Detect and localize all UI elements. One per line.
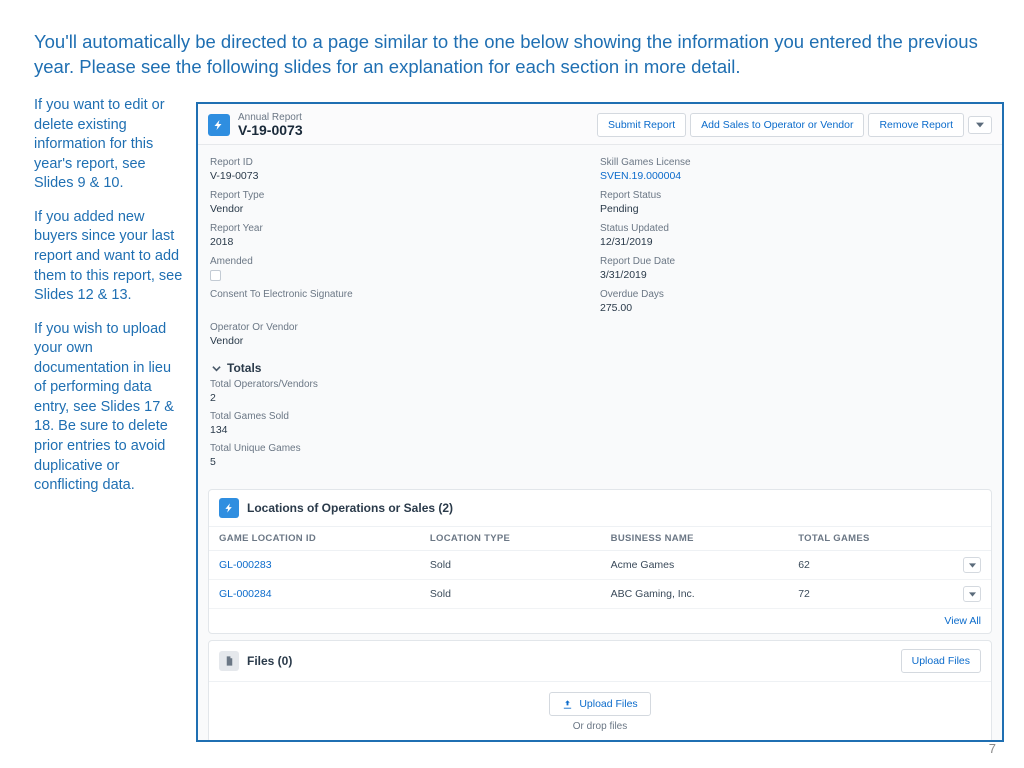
slide-sidebar: If you want to edit or delete existing i… (34, 96, 184, 510)
report-type-label: Report Type (210, 190, 600, 201)
upload-files-label: Upload Files (579, 698, 637, 710)
details-right-column: Skill Games License SVEN.19.000004 Repor… (600, 157, 990, 355)
col-total-games: TOTAL GAMES (788, 527, 953, 551)
drop-files-text: Or drop files (219, 721, 981, 732)
consent-label: Consent To Electronic Signature (210, 289, 600, 300)
due-label: Report Due Date (600, 256, 990, 267)
file-icon (219, 651, 239, 671)
total-unique-games-label: Total Unique Games (210, 443, 990, 454)
overdue-value: 275.00 (600, 302, 990, 314)
files-card: Files (0) Upload Files Upload Files Or d… (208, 640, 992, 742)
header-title-block: Annual Report V-19-0073 (238, 112, 303, 138)
operator-vendor-label: Operator Or Vendor (210, 322, 600, 333)
col-business-name: BUSINESS NAME (601, 527, 789, 551)
due-value: 3/31/2019 (600, 269, 990, 281)
view-all-link[interactable]: View All (944, 615, 981, 627)
upload-files-button-header[interactable]: Upload Files (901, 649, 981, 673)
sidebar-para-2: If you added new buyers since your last … (34, 208, 184, 306)
locations-card: Locations of Operations or Sales (2) GAM… (208, 489, 992, 634)
report-year-value: 2018 (210, 236, 600, 248)
bolt-icon (219, 498, 239, 518)
location-id-link[interactable]: GL-000283 (219, 559, 272, 571)
status-label: Report Status (600, 190, 990, 201)
status-value: Pending (600, 203, 990, 215)
amended-label: Amended (210, 256, 600, 267)
files-title: Files (0) (247, 654, 292, 668)
record-details: Report ID V-19-0073 Report Type Vendor R… (198, 145, 1002, 355)
details-left-column: Report ID V-19-0073 Report Type Vendor R… (210, 157, 600, 355)
total-games-cell: 72 (788, 580, 953, 609)
report-type-value: Vendor (210, 203, 600, 215)
license-label: Skill Games License (600, 157, 990, 168)
overdue-label: Overdue Days (600, 289, 990, 300)
table-row[interactable]: GL-000283 Sold Acme Games 62 (209, 551, 991, 580)
submit-report-button[interactable]: Submit Report (597, 113, 686, 137)
upload-icon (562, 699, 573, 710)
files-dropzone[interactable]: Upload Files Or drop files (209, 681, 991, 742)
total-games-sold-value: 134 (210, 424, 990, 436)
license-link[interactable]: SVEN.19.000004 (600, 170, 681, 182)
location-type-cell: Sold (420, 551, 601, 580)
location-type-cell: Sold (420, 580, 601, 609)
updated-label: Status Updated (600, 223, 990, 234)
report-id-label: Report ID (210, 157, 600, 168)
row-menu-button[interactable] (963, 586, 981, 602)
table-row[interactable]: GL-000284 Sold ABC Gaming, Inc. 72 (209, 580, 991, 609)
locations-title: Locations of Operations or Sales (2) (247, 501, 453, 515)
chevron-down-icon (210, 362, 222, 374)
business-name-cell: Acme Games (601, 551, 789, 580)
files-card-header: Files (0) Upload Files (209, 641, 991, 681)
slide-title: You'll automatically be directed to a pa… (34, 30, 990, 80)
col-game-location-id: GAME LOCATION ID (209, 527, 420, 551)
app-frame: Annual Report V-19-0073 Submit Report Ad… (196, 102, 1004, 742)
remove-report-button[interactable]: Remove Report (868, 113, 964, 137)
total-operators-value: 2 (210, 392, 990, 404)
total-games-sold-label: Total Games Sold (210, 411, 990, 422)
totals-heading-text: Totals (227, 361, 261, 375)
bolt-icon (208, 114, 230, 136)
header-more-button[interactable] (968, 116, 992, 134)
report-id-value: V-19-0073 (210, 170, 600, 182)
total-unique-games-value: 5 (210, 456, 990, 468)
upload-files-button[interactable]: Upload Files (549, 692, 650, 716)
operator-vendor-value: Vendor (210, 335, 600, 347)
page-header: Annual Report V-19-0073 Submit Report Ad… (198, 104, 1002, 145)
page-number: 7 (989, 741, 996, 756)
sidebar-para-3: If you wish to upload your own documenta… (34, 320, 184, 496)
amended-checkbox[interactable] (210, 270, 221, 281)
total-games-cell: 62 (788, 551, 953, 580)
report-year-label: Report Year (210, 223, 600, 234)
total-operators-label: Total Operators/Vendors (210, 379, 990, 390)
sidebar-para-1: If you want to edit or delete existing i… (34, 96, 184, 194)
updated-value: 12/31/2019 (600, 236, 990, 248)
totals-heading[interactable]: Totals (198, 355, 1002, 379)
add-sales-button[interactable]: Add Sales to Operator or Vendor (690, 113, 864, 137)
col-location-type: LOCATION TYPE (420, 527, 601, 551)
locations-table: GAME LOCATION ID LOCATION TYPE BUSINESS … (209, 526, 991, 609)
business-name-cell: ABC Gaming, Inc. (601, 580, 789, 609)
row-menu-button[interactable] (963, 557, 981, 573)
totals-block: Total Operators/Vendors 2 Total Games So… (198, 379, 1002, 483)
location-id-link[interactable]: GL-000284 (219, 588, 272, 600)
locations-card-header: Locations of Operations or Sales (2) (209, 490, 991, 526)
header-title: V-19-0073 (238, 123, 303, 138)
